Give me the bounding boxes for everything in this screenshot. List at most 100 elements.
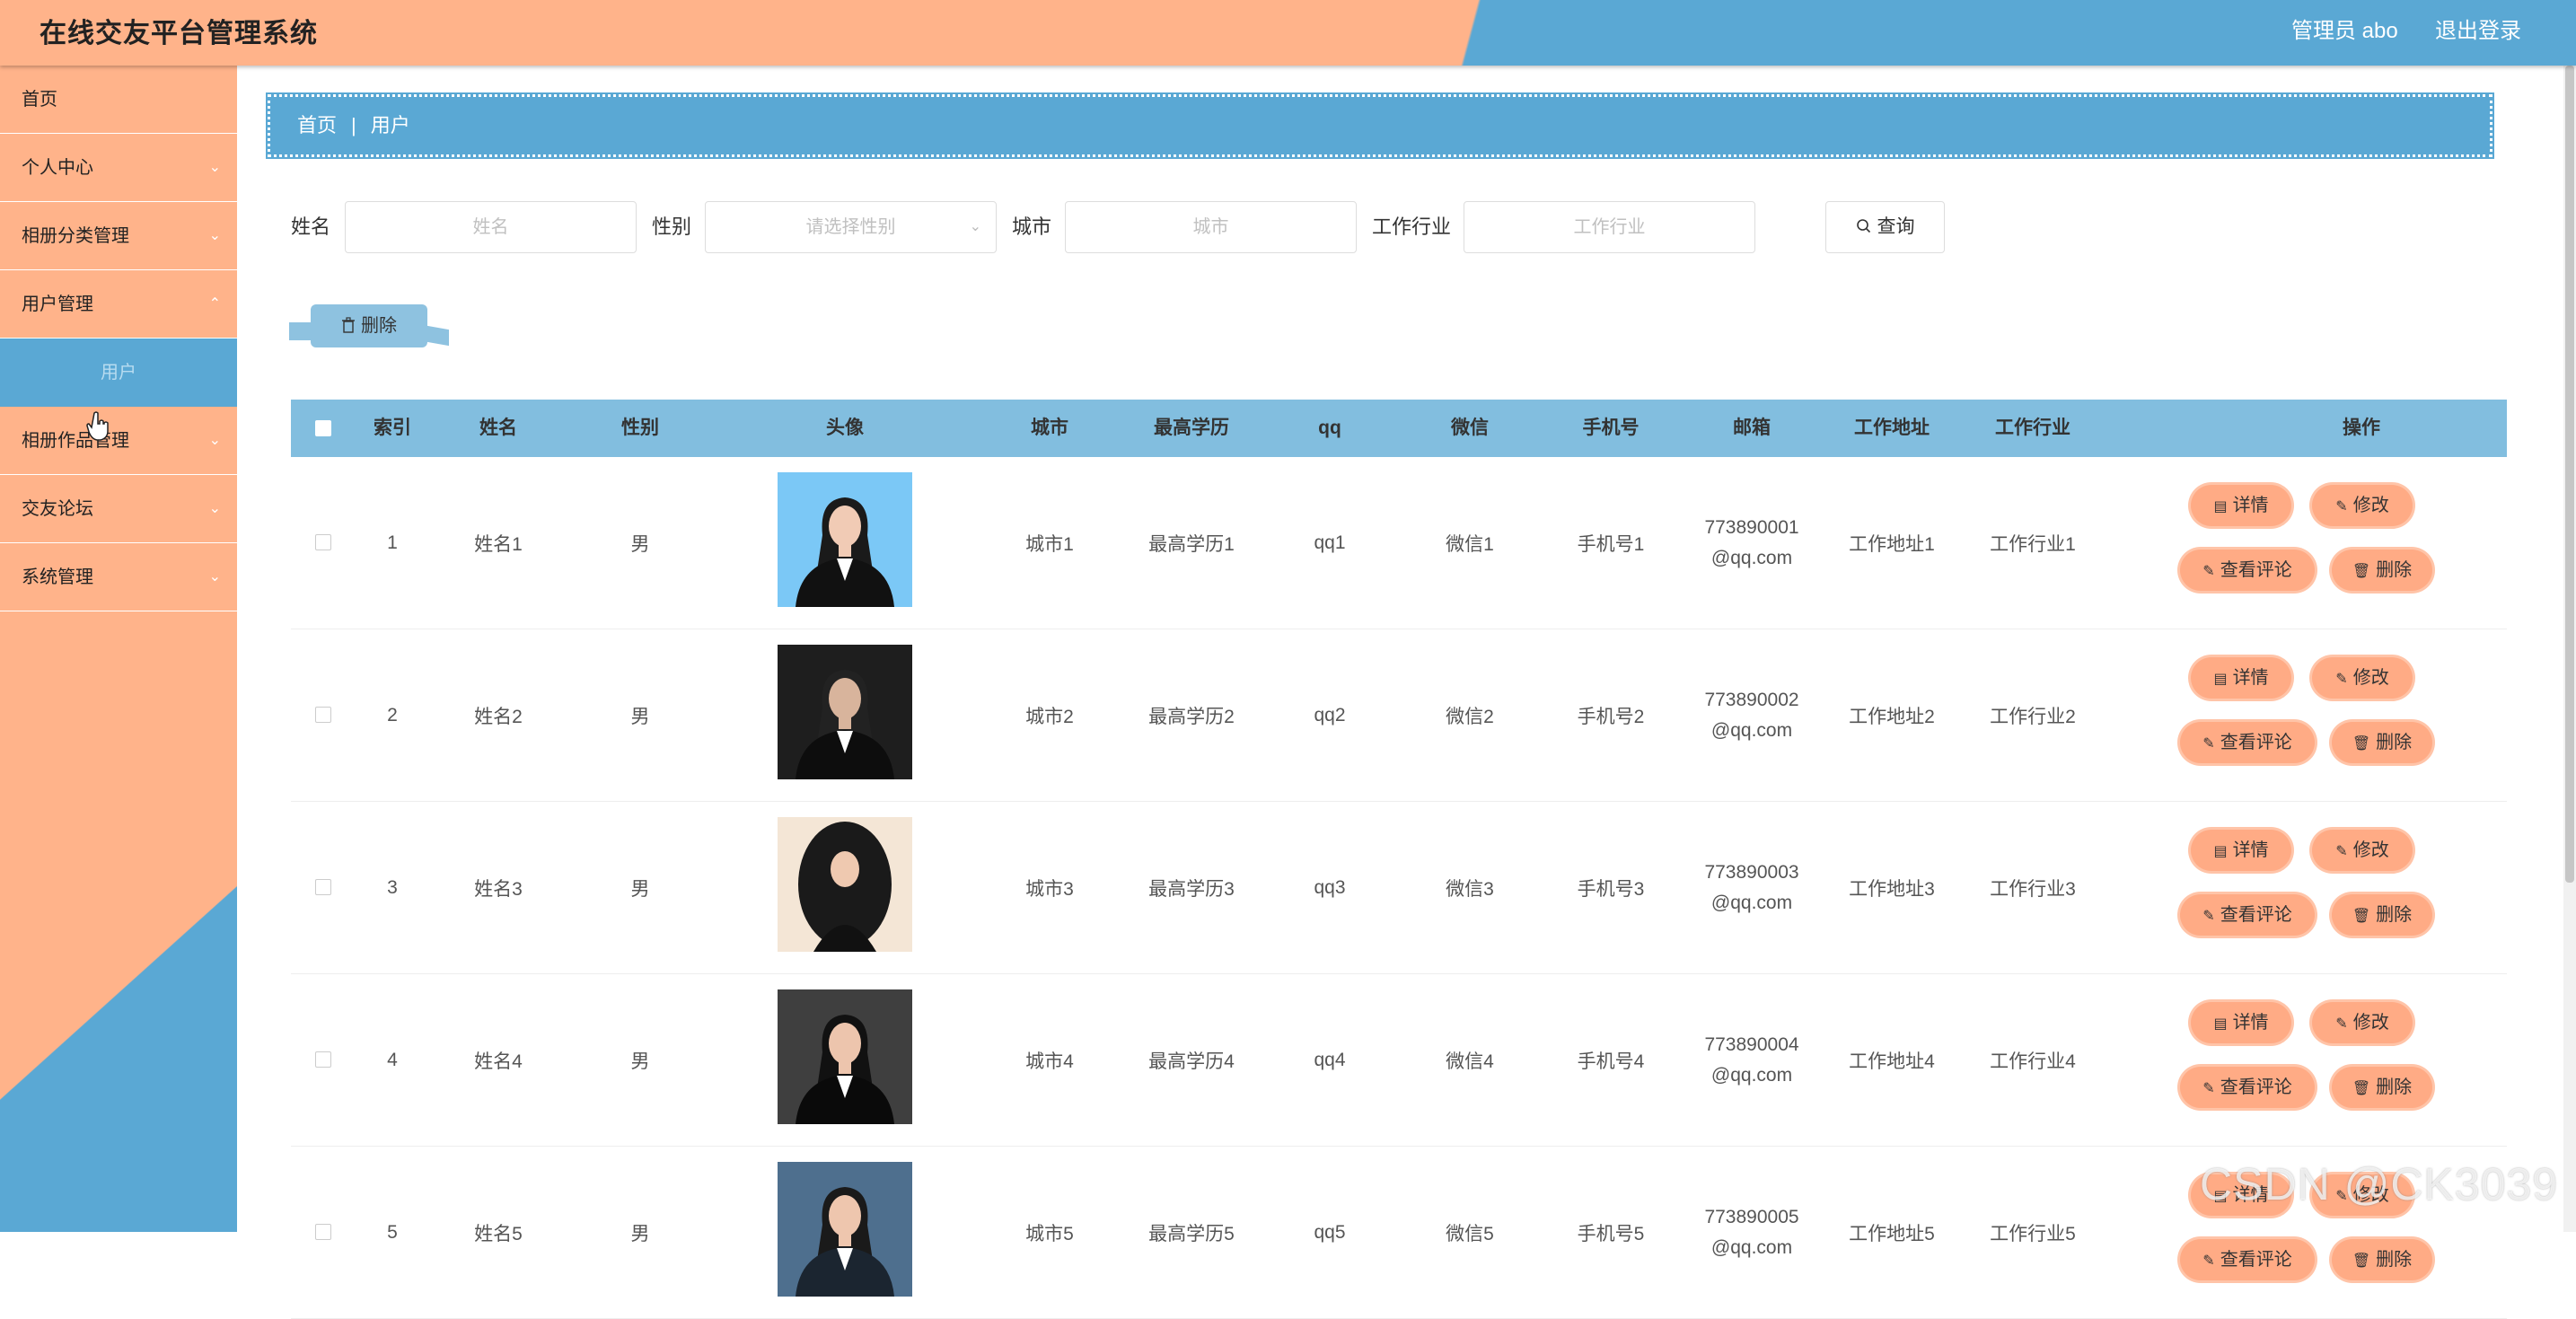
sidebar-item-forum[interactable]: 交友论坛 ⌄	[0, 475, 237, 543]
sidebar-item-label: 相册作品管理	[22, 431, 129, 451]
cell-phone: 手机号2	[1577, 706, 1645, 727]
cell-education: 最高学历5	[1148, 1223, 1235, 1244]
edit-button[interactable]: ✎ 修改	[2312, 1002, 2413, 1043]
edit-button[interactable]: ✎ 修改	[2312, 657, 2413, 699]
detail-button-label: 详情	[2232, 1013, 2269, 1033]
name-input[interactable]: 姓名	[345, 201, 637, 253]
cell-phone: 手机号1	[1577, 533, 1645, 555]
cell-industry: 工作行业5	[1990, 1223, 2076, 1244]
email-line: @qq.com	[1710, 1064, 1793, 1086]
bulk-delete-button[interactable]: 删除	[289, 304, 427, 347]
cell-gender: 男	[630, 1051, 650, 1072]
query-button[interactable]: 查询	[1825, 201, 1945, 253]
detail-button[interactable]: ▤ 详情	[2191, 485, 2291, 526]
delete-button[interactable]: 🗑 删除	[2332, 1239, 2432, 1280]
sidebar: 首页 个人中心 ⌄ 相册分类管理 ⌄ 用户管理 ⌃ 用户 相册作品管理 ⌄ 交友论坛 ⌄ …	[0, 66, 237, 1232]
breadcrumb: 首页 | 用户	[266, 92, 2494, 159]
cell-city: 城市5	[1025, 1223, 1074, 1244]
cell-email: 773890003 @qq.com	[1704, 857, 1798, 919]
view-comments-button[interactable]: ✎ 查看评论	[2180, 894, 2315, 936]
view-comments-button[interactable]: ✎ 查看评论	[2180, 1067, 2315, 1108]
chevron-down-icon: ⌄	[208, 433, 221, 448]
sidebar-item-album-works[interactable]: 相册作品管理 ⌄	[0, 407, 237, 475]
chevron-down-icon: ⌄	[208, 501, 221, 516]
delete-button[interactable]: 🗑 删除	[2332, 722, 2432, 763]
logout-button[interactable]: 退出登录	[2435, 13, 2521, 44]
delete-button-label: 删除	[2376, 560, 2413, 580]
pencil-icon: ✎	[2202, 736, 2215, 752]
cell-index: 1	[387, 532, 398, 553]
row-checkbox[interactable]	[315, 879, 331, 895]
breadcrumb-home[interactable]: 首页	[297, 114, 337, 136]
view-comments-button[interactable]: ✎ 查看评论	[2180, 550, 2315, 591]
sidebar-item-label: 系统管理	[22, 567, 93, 587]
table-row: 3 姓名3 男 城市3 最高学历3 qq3 微信3 手机号3 工作地址3 工作行业3 7738900…	[291, 802, 2507, 974]
sidebar-item-system[interactable]: 系统管理 ⌄	[0, 543, 237, 611]
view-comments-button[interactable]: ✎ 查看评论	[2180, 1239, 2315, 1280]
email-line: 773890005	[1704, 1206, 1799, 1227]
view-comments-button[interactable]: ✎ 查看评论	[2180, 722, 2315, 763]
pencil-icon: ✎	[2335, 672, 2348, 687]
city-input[interactable]: 城市	[1065, 201, 1357, 253]
col-city: 城市	[1031, 418, 1068, 438]
delete-button[interactable]: 🗑 删除	[2332, 550, 2432, 591]
top-header: 在线交友平台管理系统 管理员 abo 退出登录	[0, 0, 2576, 66]
detail-button[interactable]: ▤ 详情	[2191, 830, 2291, 871]
email-line: @qq.com	[1710, 1236, 1793, 1258]
sidebar-item-label: 相册分类管理	[22, 226, 129, 246]
avatar	[778, 1162, 912, 1297]
select-all-checkbox[interactable]	[315, 420, 331, 436]
cell-gender: 男	[630, 878, 650, 900]
breadcrumb-current: 用户	[370, 114, 410, 136]
scrollbar-thumb[interactable]	[2565, 66, 2574, 883]
delete-button-label: 删除	[2376, 905, 2413, 925]
document-icon: ▤	[2213, 1016, 2228, 1032]
trash-icon: 🗑	[2352, 1081, 2371, 1096]
gender-select[interactable]: 请选择性别 ⌄	[705, 201, 997, 253]
row-checkbox[interactable]	[315, 707, 331, 723]
row-checkbox[interactable]	[315, 534, 331, 550]
view-comments-label: 查看评论	[2220, 560, 2292, 580]
chevron-down-icon: ⌄	[208, 569, 221, 585]
pencil-icon: ✎	[2202, 1253, 2215, 1269]
sidebar-item-album-category[interactable]: 相册分类管理 ⌄	[0, 202, 237, 270]
cell-wechat: 微信1	[1446, 533, 1494, 555]
delete-button[interactable]: 🗑 删除	[2332, 894, 2432, 936]
cell-index: 5	[387, 1221, 398, 1243]
email-line: @qq.com	[1710, 547, 1793, 568]
detail-button-label: 详情	[2232, 840, 2269, 860]
delete-button[interactable]: 🗑 删除	[2332, 1067, 2432, 1108]
avatar	[778, 989, 912, 1124]
chevron-down-icon: ⌄	[208, 160, 221, 175]
cell-phone: 手机号4	[1577, 1051, 1645, 1072]
detail-button-label: 详情	[2232, 496, 2269, 515]
cell-email: 773890001 @qq.com	[1704, 513, 1798, 574]
vertical-scrollbar[interactable]	[2563, 66, 2576, 1232]
email-line: 773890001	[1704, 516, 1799, 538]
sidebar-item-user-management[interactable]: 用户管理 ⌃	[0, 270, 237, 339]
email-line: 773890004	[1704, 1033, 1799, 1055]
email-line: 773890002	[1704, 689, 1799, 710]
cell-phone: 手机号5	[1577, 1223, 1645, 1244]
industry-input[interactable]: 工作行业	[1464, 201, 1755, 253]
sidebar-item-label: 用户管理	[22, 295, 93, 314]
detail-button[interactable]: ▤ 详情	[2191, 1002, 2291, 1043]
detail-button[interactable]: ▤ 详情	[2191, 657, 2291, 699]
email-line: 773890003	[1704, 861, 1799, 883]
user-table: 索引 姓名 性别 头像 城市 最高学历 qq 微信 手机号 邮箱 工作地址 工作…	[291, 400, 2507, 1319]
cell-city: 城市1	[1025, 533, 1074, 555]
cell-gender: 男	[630, 1223, 650, 1244]
view-comments-label: 查看评论	[2220, 1250, 2292, 1270]
delete-button-label: 删除	[2376, 1250, 2413, 1270]
edit-button[interactable]: ✎ 修改	[2312, 830, 2413, 871]
pencil-icon: ✎	[2202, 1081, 2215, 1096]
row-checkbox[interactable]	[315, 1051, 331, 1068]
sidebar-item-personal-center[interactable]: 个人中心 ⌄	[0, 134, 237, 202]
sidebar-item-home[interactable]: 首页	[0, 66, 237, 134]
city-label: 城市	[1012, 215, 1052, 238]
edit-button[interactable]: ✎ 修改	[2312, 485, 2413, 526]
col-wechat: 微信	[1451, 418, 1489, 438]
row-checkbox[interactable]	[315, 1224, 331, 1240]
sidebar-subitem-user[interactable]: 用户	[0, 339, 237, 407]
cell-industry: 工作行业1	[1990, 533, 2076, 555]
